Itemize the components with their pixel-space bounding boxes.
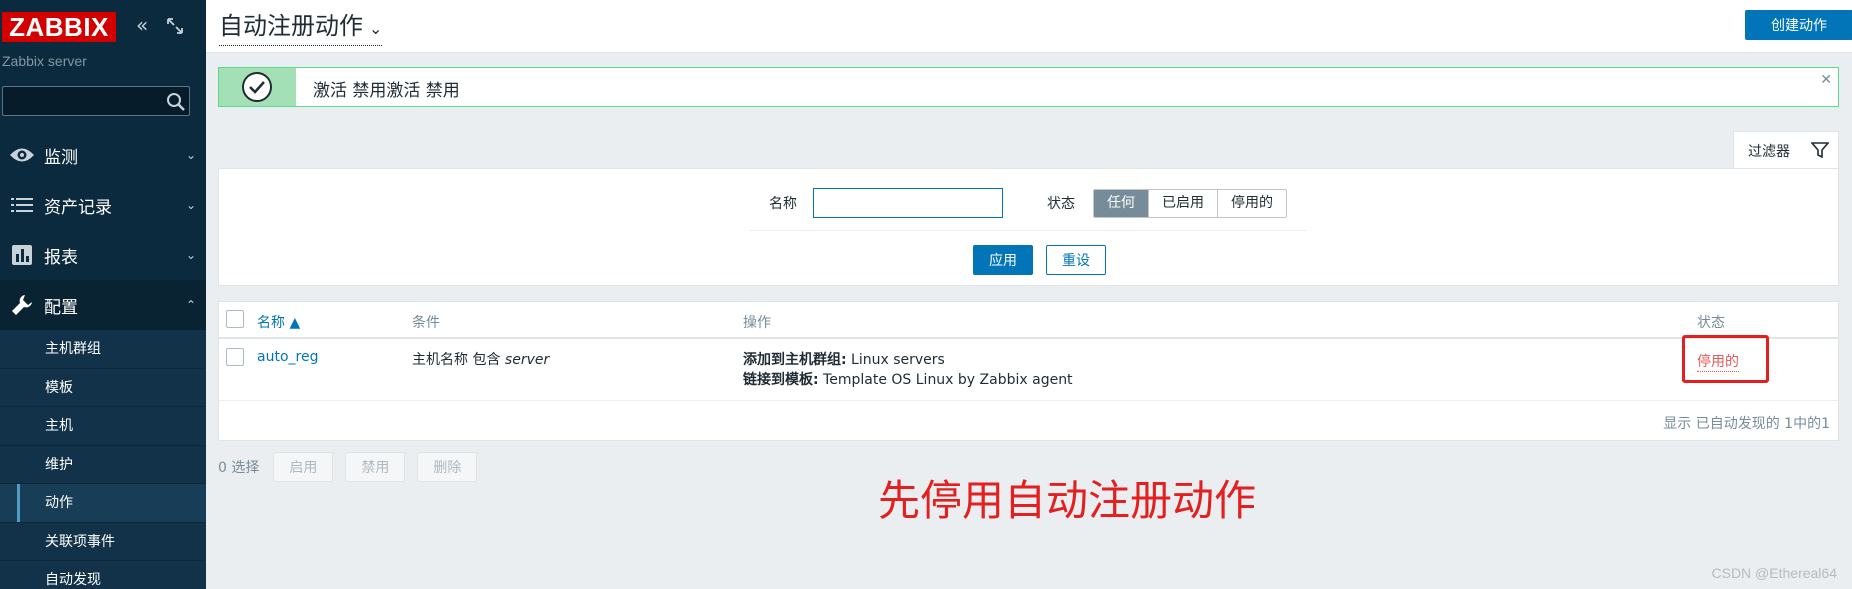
menu-item-reports[interactable]: 报表 ⌄ <box>0 230 206 280</box>
submenu-templates[interactable]: 模板 <box>0 369 206 407</box>
page-title-dropdown[interactable]: 自动注册动作 ⌄ <box>219 10 383 46</box>
column-header-operations: 操作 <box>743 315 771 331</box>
filter-tab[interactable]: 过滤器 <box>1733 131 1839 169</box>
wrench-icon <box>0 280 44 330</box>
watermark: CSDN @Ethereal64 <box>1711 565 1838 581</box>
zabbix-logo[interactable]: ZABBIX <box>2 12 116 42</box>
create-action-button[interactable]: 创建动作 <box>1745 10 1852 40</box>
collapse-sidebar-icon[interactable]: « <box>136 15 156 35</box>
status-option-enabled[interactable]: 已启用 <box>1149 190 1218 217</box>
message-text: 激活 禁用激活 禁用 <box>313 81 460 101</box>
success-message: 激活 禁用激活 禁用 ✕ <box>218 67 1839 107</box>
checkmark-icon <box>242 72 272 102</box>
menu-label: 报表 <box>44 247 78 268</box>
table-stats: 显示 已自动发现的 1中的1 <box>1663 416 1830 432</box>
filter-status-label: 状态 <box>1047 196 1075 212</box>
chevron-down-icon: ⌄ <box>369 19 383 38</box>
mass-disable-button[interactable]: 禁用 <box>345 452 406 482</box>
select-all-checkbox[interactable] <box>226 310 244 328</box>
filter-panel: 名称 状态 任何 已启用 停用的 应用 重设 <box>218 168 1839 286</box>
table-row: auto_reg 主机名称 包含 server 添加到主机群组: Linux s… <box>219 335 1838 401</box>
list-icon <box>0 180 44 230</box>
chevron-down-icon: ⌄ <box>185 198 197 212</box>
selected-count: 0 选择 <box>218 460 260 476</box>
operation-line-2: 链接到模板: Template OS Linux by Zabbix agent <box>743 369 1073 389</box>
column-header-conditions: 条件 <box>412 315 440 331</box>
page-header: 自动注册动作 ⌄ 创建动作 <box>206 0 1852 53</box>
row-checkbox[interactable] <box>226 348 244 366</box>
main-content: 自动注册动作 ⌄ 创建动作 激活 禁用激活 禁用 ✕ 过滤器 名称 状态 任何 已… <box>206 0 1852 589</box>
funnel-icon <box>1810 141 1830 159</box>
chevron-down-icon: ⌄ <box>185 148 197 162</box>
menu-label: 资产记录 <box>44 197 112 218</box>
submenu-hosts[interactable]: 主机 <box>0 407 206 446</box>
status-option-any[interactable]: 任何 <box>1094 190 1149 217</box>
chevron-down-icon: ⌄ <box>185 248 197 262</box>
logo-row: ZABBIX « <box>0 12 206 44</box>
search-icon[interactable] <box>166 92 186 112</box>
submenu-actions[interactable]: 动作 <box>0 484 206 523</box>
bar-chart-icon <box>0 230 44 280</box>
action-name-link[interactable]: auto_reg <box>257 349 318 365</box>
status-toggle-link[interactable]: 停用的 <box>1697 351 1739 372</box>
apply-button[interactable]: 应用 <box>973 245 1033 275</box>
submenu-discovery[interactable]: 自动发现 <box>0 561 206 589</box>
filter-name-label: 名称 <box>769 196 797 212</box>
column-header-name[interactable]: 名称 ▲ <box>257 312 300 332</box>
reset-button[interactable]: 重设 <box>1046 245 1106 275</box>
message-icon-area <box>219 68 296 106</box>
annotation-text: 先停用自动注册动作 <box>878 476 1257 525</box>
global-search-input[interactable] <box>2 86 190 116</box>
condition-value: server <box>504 352 550 368</box>
chevron-up-icon: ⌃ <box>185 298 197 312</box>
filter-name-input[interactable] <box>813 188 1003 218</box>
menu-label: 配置 <box>44 297 78 318</box>
main-menu: 监测 ⌄ 资产记录 ⌄ 报表 ⌄ 配置 ⌃ 主机群组 模板 主机 维护 动作 关… <box>0 130 206 589</box>
close-icon[interactable]: ✕ <box>1820 72 1832 88</box>
configuration-submenu: 主机群组 模板 主机 维护 动作 关联项事件 自动发现 <box>0 330 206 589</box>
menu-item-inventory[interactable]: 资产记录 ⌄ <box>0 180 206 230</box>
operation-label: 链接到模板: <box>743 372 819 388</box>
operation-line-1: 添加到主机群组: Linux servers <box>743 349 945 369</box>
mass-actions-bar: 0 选择 启用 禁用 删除 <box>218 452 489 482</box>
kiosk-mode-icon[interactable] <box>166 17 184 35</box>
status-option-disabled[interactable]: 停用的 <box>1218 190 1286 217</box>
operation-label: 添加到主机群组: <box>743 352 847 368</box>
page-title: 自动注册动作 <box>219 12 363 40</box>
operation-value: Linux servers <box>846 352 945 368</box>
filter-tab-label: 过滤器 <box>1748 144 1790 160</box>
server-name: Zabbix server <box>2 53 87 69</box>
submenu-event-correlation[interactable]: 关联项事件 <box>0 523 206 561</box>
mass-delete-button[interactable]: 删除 <box>417 452 478 482</box>
submenu-host-groups[interactable]: 主机群组 <box>0 330 206 369</box>
menu-item-configuration[interactable]: 配置 ⌃ <box>0 280 206 330</box>
condition-text: 主机名称 包含 <box>412 352 505 368</box>
status-radio-group: 任何 已启用 停用的 <box>1093 189 1287 218</box>
actions-table: 名称 ▲ 条件 操作 状态 auto_reg 主机名称 包含 server 添加… <box>218 301 1839 441</box>
eye-icon <box>0 130 44 180</box>
sidebar: ZABBIX « Zabbix server 监测 ⌄ 资产记录 ⌄ 报表 ⌄ … <box>0 0 206 589</box>
mass-enable-button[interactable]: 启用 <box>273 452 334 482</box>
column-header-status: 状态 <box>1697 315 1725 331</box>
filter-divider <box>750 230 1306 231</box>
menu-label: 监测 <box>44 147 78 168</box>
condition-cell: 主机名称 包含 server <box>412 349 549 369</box>
table-header-row: 名称 ▲ 条件 操作 状态 <box>219 302 1838 339</box>
operation-value: Template OS Linux by Zabbix agent <box>818 372 1073 388</box>
submenu-maintenance[interactable]: 维护 <box>0 446 206 484</box>
menu-item-monitoring[interactable]: 监测 ⌄ <box>0 130 206 180</box>
